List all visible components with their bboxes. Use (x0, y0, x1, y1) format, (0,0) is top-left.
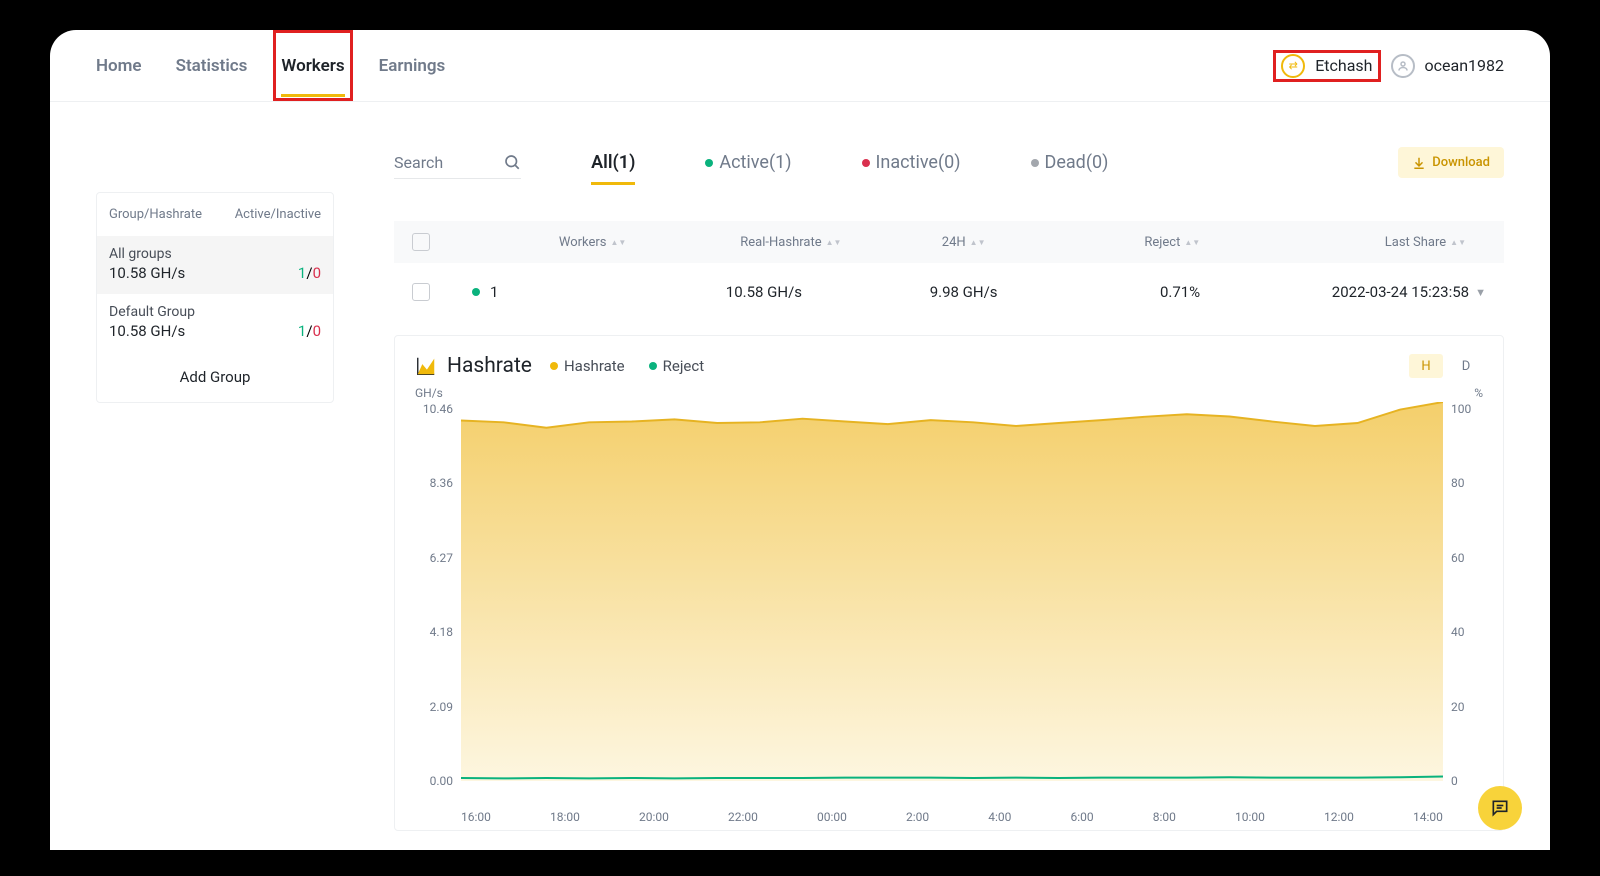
chart-title: Hashrate (447, 354, 532, 378)
group-row-default[interactable]: Default Group 10.58 GH/s 1/0 (97, 294, 333, 352)
group-row-all[interactable]: All groups 10.58 GH/s 1/0 (97, 236, 333, 294)
top-nav: Home Statistics Workers Earnings (96, 30, 445, 101)
workers-table: Workers▲▼ Real-Hashrate▲▼ 24H▲▼ Reject▲▼… (394, 221, 1504, 321)
col-real-hashrate[interactable]: Real-Hashrate▲▼ (656, 235, 871, 250)
cell-last-share[interactable]: 2022-03-24 15:23:58▼ (1240, 283, 1486, 301)
table-row[interactable]: 1 10.58 GH/s 9.98 GH/s 0.71% 2022-03-24 … (394, 263, 1504, 321)
chat-fab[interactable] (1478, 786, 1522, 830)
legend-hashrate: Hashrate (550, 357, 625, 375)
search-icon (503, 153, 521, 171)
coin-icon: ⇄ (1281, 54, 1305, 78)
filter-tab-all[interactable]: All(1) (591, 146, 635, 179)
sidebar-head-right: Active/Inactive (235, 207, 321, 222)
cell-24h: 9.98 GH/s (871, 283, 1055, 301)
nav-statistics[interactable]: Statistics (176, 30, 248, 101)
col-last-share[interactable]: Last Share▲▼ (1240, 235, 1486, 250)
hashrate-chart: Hashrate Hashrate Reject H D GH/s % (394, 335, 1504, 831)
search-input[interactable]: Search (394, 147, 521, 179)
filter-tab-active[interactable]: Active(1) (705, 146, 791, 179)
sidebar-head-left: Group/Hashrate (109, 207, 202, 222)
col-workers[interactable]: Workers▲▼ (472, 235, 656, 250)
row-checkbox[interactable] (412, 283, 430, 301)
download-icon (1412, 156, 1426, 170)
user-icon (1391, 54, 1415, 78)
y-axis-unit-left: GH/s (415, 386, 443, 400)
cell-reject: 0.71% (1056, 283, 1240, 301)
chart-icon (415, 355, 437, 377)
account-selector[interactable]: ocean1982 (1391, 54, 1505, 78)
col-reject[interactable]: Reject▲▼ (1056, 235, 1240, 250)
legend-reject: Reject (649, 357, 705, 375)
col-24h[interactable]: 24H▲▼ (871, 235, 1055, 250)
nav-home[interactable]: Home (96, 30, 142, 101)
chevron-down-icon: ▼ (1475, 286, 1486, 299)
coin-label: Etchash (1315, 56, 1372, 75)
cell-real: 10.58 GH/s (656, 283, 871, 301)
download-button[interactable]: Download (1398, 147, 1504, 178)
chart-plot-area[interactable] (461, 402, 1443, 806)
cell-worker: 1 (490, 283, 498, 301)
add-group-button[interactable]: Add Group (97, 352, 333, 402)
account-label: ocean1982 (1425, 56, 1505, 75)
filter-tab-inactive[interactable]: Inactive(0) (862, 146, 961, 179)
toggle-day[interactable]: D (1449, 354, 1483, 378)
y-axis-left: 10.468.366.274.182.090.00 (415, 402, 461, 806)
coin-selector[interactable]: ⇄ Etchash (1281, 54, 1372, 78)
y-axis-right: 100806040200 (1443, 402, 1483, 806)
nav-earnings[interactable]: Earnings (379, 30, 446, 101)
y-axis-unit-right: % (1474, 386, 1483, 400)
filter-tab-dead[interactable]: Dead(0) (1031, 146, 1109, 179)
toggle-hour[interactable]: H (1409, 354, 1443, 378)
group-sidebar: Group/Hashrate Active/Inactive All group… (96, 146, 334, 831)
nav-workers[interactable]: Workers (281, 34, 344, 97)
select-all-checkbox[interactable] (412, 233, 430, 251)
chat-icon (1490, 798, 1510, 818)
timeframe-toggle: H D (1409, 354, 1483, 378)
x-axis: 16:0018:0020:0022:0000:002:004:006:008:0… (461, 806, 1443, 824)
